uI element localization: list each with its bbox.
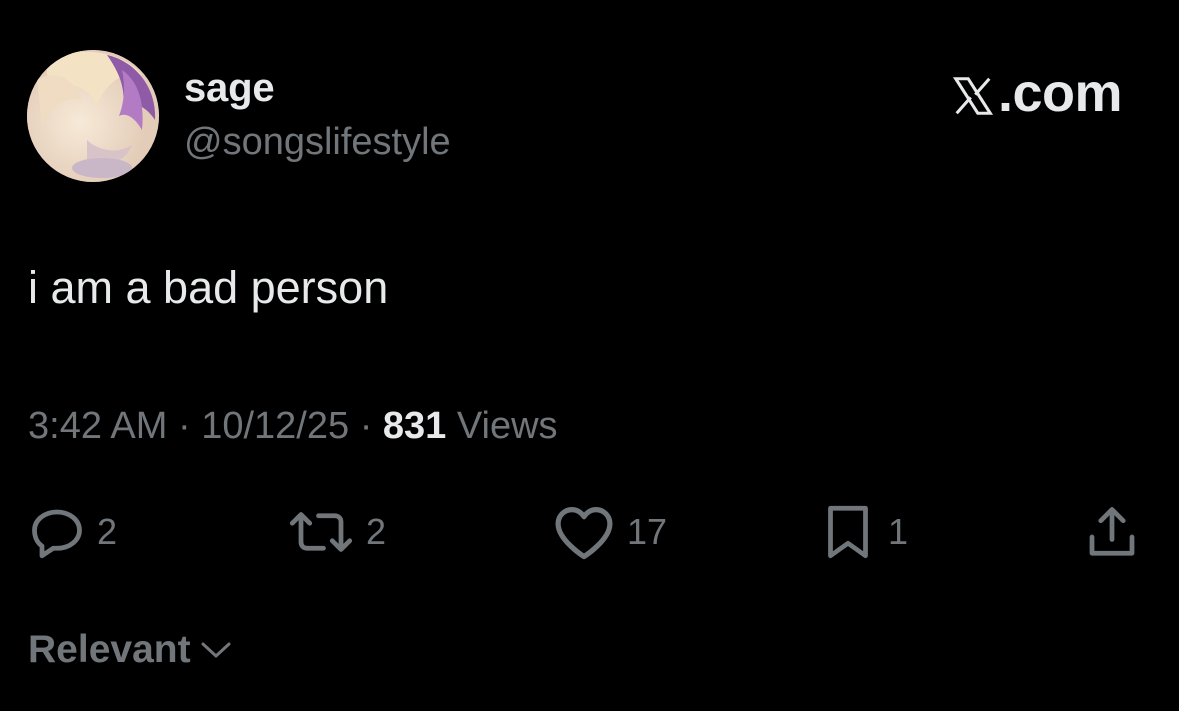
like-count: 17 (627, 511, 668, 552)
tweet-action-bar: 2 2 17 1 (0, 502, 1179, 562)
brand-logo: .com (950, 62, 1123, 124)
repost-count: 2 (366, 511, 387, 552)
bookmark-icon (818, 502, 878, 562)
tweet-metadata: 3:42 AM · 10/12/25 · 831 Views (28, 405, 558, 448)
replies-sort-dropdown[interactable]: Relevant (28, 628, 233, 672)
share-button[interactable] (1082, 502, 1142, 562)
like-button[interactable]: 17 (551, 502, 667, 562)
bookmark-button[interactable]: 1 (818, 502, 908, 562)
chevron-down-icon (199, 628, 233, 672)
reply-icon (27, 502, 87, 562)
heart-icon (551, 502, 617, 562)
avatar[interactable] (27, 50, 159, 182)
reply-count: 2 (97, 511, 118, 552)
repost-button[interactable]: 2 (286, 502, 386, 562)
author-display-name[interactable]: sage (184, 66, 275, 111)
avatar-image (27, 50, 159, 182)
views-label: Views (456, 405, 558, 447)
share-icon (1082, 502, 1142, 562)
x-logo-icon (950, 70, 996, 116)
meta-separator: · (177, 405, 191, 447)
views-count: 831 (382, 405, 447, 447)
repost-icon (286, 502, 356, 562)
bookmark-count: 1 (888, 511, 909, 552)
replies-sort-label: Relevant (28, 628, 191, 671)
tweet-screenshot: sage @songslifestyle .com i am a bad per… (0, 0, 1179, 711)
reply-button[interactable]: 2 (27, 502, 117, 562)
author-handle[interactable]: @songslifestyle (184, 121, 451, 164)
tweet-date[interactable]: 10/12/25 (201, 405, 349, 447)
tweet-time[interactable]: 3:42 AM (28, 405, 167, 447)
tweet-text: i am a bad person (28, 262, 389, 313)
meta-separator: · (359, 405, 373, 447)
brand-domain-label: .com (997, 63, 1123, 123)
